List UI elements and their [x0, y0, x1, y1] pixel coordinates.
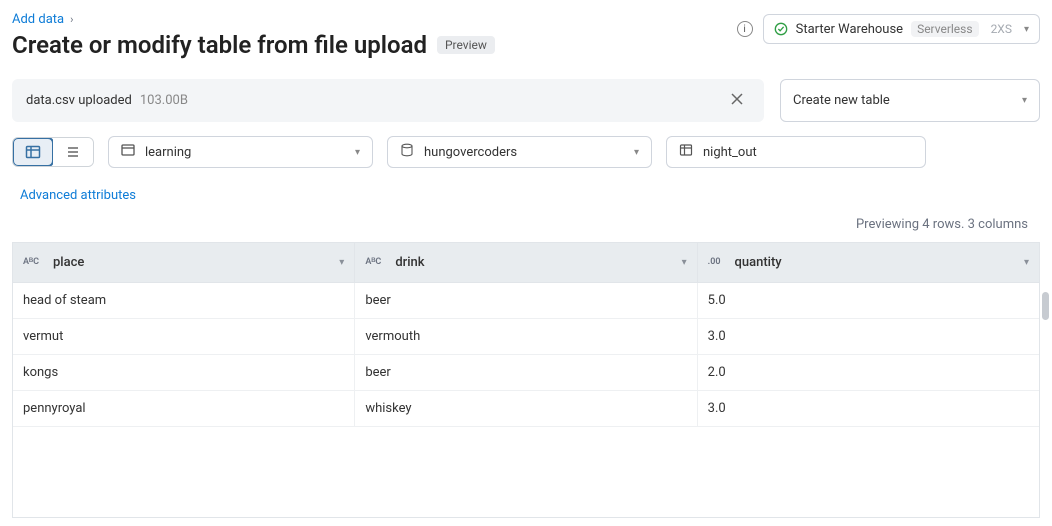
chevron-right-icon: › — [70, 13, 73, 26]
column-header[interactable]: .00 quantity ▾ — [698, 243, 1039, 282]
remove-file-button[interactable] — [724, 89, 750, 112]
table-cell: head of steam — [13, 283, 355, 318]
string-type-icon: AᴮC — [365, 258, 381, 267]
warehouse-name: Starter Warehouse — [796, 22, 903, 37]
table-cell: beer — [355, 355, 697, 390]
column-menu-button[interactable]: ▾ — [339, 257, 344, 268]
warehouse-size: 2XS — [991, 22, 1012, 36]
table-cell: pennyroyal — [13, 391, 355, 426]
breadcrumb-parent-link[interactable]: Add data — [12, 12, 64, 27]
table-name-value: night_out — [703, 145, 913, 160]
table-cell: beer — [355, 283, 697, 318]
list-view-button[interactable] — [53, 138, 93, 166]
catalog-icon — [121, 143, 135, 161]
table-cell: 5.0 — [698, 283, 1039, 318]
uploaded-file-name: data.csv uploaded — [26, 93, 132, 108]
column-menu-button[interactable]: ▾ — [682, 257, 687, 268]
table-cell: vermouth — [355, 319, 697, 354]
number-type-icon: .00 — [708, 258, 721, 267]
catalog-select[interactable]: learning ▾ — [108, 136, 373, 168]
table-action-label: Create new table — [793, 93, 1022, 108]
column-name: place — [53, 255, 84, 270]
table-cell: vermut — [13, 319, 355, 354]
string-type-icon: AᴮC — [23, 258, 39, 267]
scrollbar-thumb[interactable] — [1042, 292, 1049, 320]
close-icon — [730, 92, 744, 106]
column-header[interactable]: AᴮC drink ▾ — [355, 243, 697, 282]
chevron-down-icon: ▾ — [1024, 24, 1029, 35]
table-icon — [679, 143, 693, 161]
table-name-input[interactable]: night_out — [666, 136, 926, 168]
catalog-value: learning — [145, 145, 355, 160]
uploaded-file-box: data.csv uploaded 103.00B — [12, 79, 764, 122]
warehouse-type-badge: Serverless — [911, 21, 979, 37]
chevron-down-icon: ▾ — [634, 147, 639, 158]
table-row: pennyroyal whiskey 3.0 — [13, 391, 1039, 427]
chevron-down-icon: ▾ — [1022, 95, 1027, 106]
advanced-attributes-link[interactable]: Advanced attributes — [20, 188, 136, 203]
table-grid-icon — [25, 144, 41, 160]
table-cell: 3.0 — [698, 319, 1039, 354]
warehouse-selector[interactable]: Starter Warehouse Serverless 2XS ▾ — [763, 14, 1040, 44]
column-menu-button[interactable]: ▾ — [1024, 257, 1029, 268]
column-name: quantity — [735, 255, 782, 270]
list-icon — [65, 144, 81, 160]
page-title: Create or modify table from file upload — [12, 31, 427, 59]
breadcrumb: Add data › — [12, 8, 737, 29]
schema-value: hungovercoders — [424, 145, 634, 160]
table-header-row: AᴮC place ▾ AᴮC drink ▾ .00 quantity ▾ — [13, 242, 1039, 283]
table-cell: 2.0 — [698, 355, 1039, 390]
grid-view-button[interactable] — [12, 137, 54, 167]
preview-table: AᴮC place ▾ AᴮC drink ▾ .00 quantity ▾ h… — [12, 242, 1040, 518]
info-icon[interactable]: i — [737, 21, 753, 37]
table-cell: 3.0 — [698, 391, 1039, 426]
table-cell: whiskey — [355, 391, 697, 426]
uploaded-file-size: 103.00B — [140, 93, 188, 108]
table-action-select[interactable]: Create new table ▾ — [780, 79, 1040, 122]
schema-icon — [400, 143, 414, 161]
table-row: head of steam beer 5.0 — [13, 283, 1039, 319]
preview-badge: Preview — [437, 36, 495, 54]
column-name: drink — [395, 255, 424, 270]
column-header[interactable]: AᴮC place ▾ — [13, 243, 355, 282]
schema-select[interactable]: hungovercoders ▾ — [387, 136, 652, 168]
table-row: kongs beer 2.0 — [13, 355, 1039, 391]
status-running-icon — [774, 22, 788, 36]
preview-status: Previewing 4 rows. 3 columns — [12, 217, 1040, 232]
view-toggle-group — [12, 137, 94, 167]
chevron-down-icon: ▾ — [355, 147, 360, 158]
table-row: vermut vermouth 3.0 — [13, 319, 1039, 355]
table-cell: kongs — [13, 355, 355, 390]
